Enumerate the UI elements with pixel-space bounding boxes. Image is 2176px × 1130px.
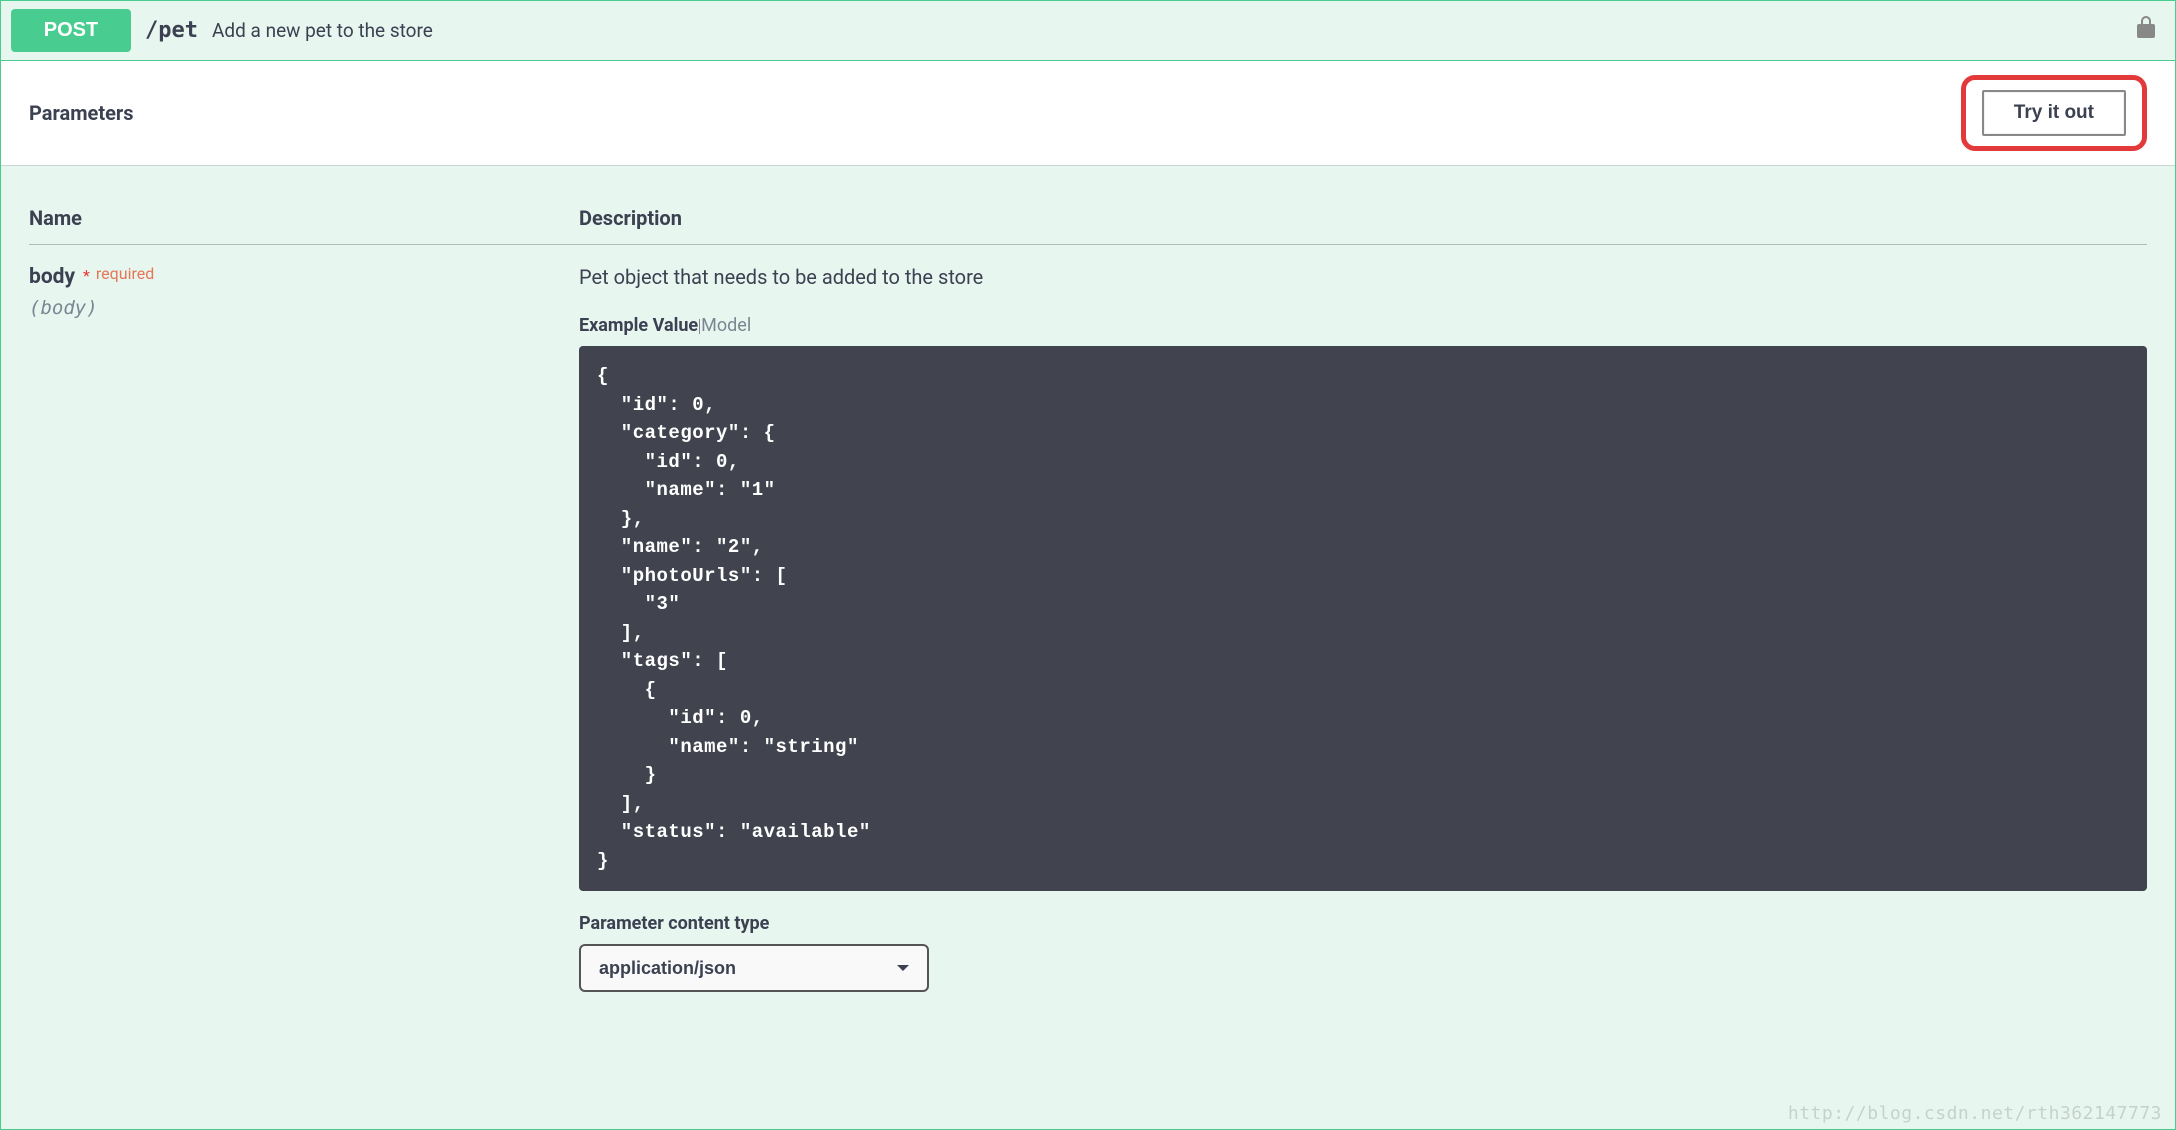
content-type-select[interactable]: application/json xyxy=(579,944,929,992)
example-model-tabs: Example ValueModel xyxy=(579,315,2147,336)
param-location: (body) xyxy=(29,297,579,319)
param-description: Pet object that needs to be added to the… xyxy=(579,265,2147,289)
table-row: body * required (body) Pet object that n… xyxy=(29,245,2147,993)
parameters-table: Name Description body * required (body) xyxy=(29,180,2147,992)
column-header-description: Description xyxy=(579,180,2147,245)
try-it-out-button[interactable]: Try it out xyxy=(1982,90,2126,136)
tab-model[interactable]: Model xyxy=(701,315,751,336)
example-value-code[interactable]: { "id": 0, "category": { "id": 0, "name"… xyxy=(579,346,2147,891)
required-star: * xyxy=(79,266,90,285)
lock-icon[interactable] xyxy=(2135,15,2157,39)
try-it-out-highlight: Try it out xyxy=(1961,75,2147,151)
operation-block: POST /pet Add a new pet to the store Par… xyxy=(0,0,2176,1130)
content-type-label: Parameter content type xyxy=(579,913,2147,934)
required-label: required xyxy=(94,264,154,283)
param-name: body xyxy=(29,265,75,289)
tab-separator xyxy=(699,319,700,334)
endpoint-summary: Add a new pet to the store xyxy=(212,19,433,42)
column-header-name: Name xyxy=(29,180,579,245)
http-method-badge: POST xyxy=(11,9,131,52)
watermark-text: http://blog.csdn.net/rth362147773 xyxy=(1788,1103,2162,1124)
tab-example-value[interactable]: Example Value xyxy=(579,315,698,336)
parameters-title: Parameters xyxy=(29,101,133,125)
endpoint-path: /pet xyxy=(145,18,198,43)
parameters-body: Name Description body * required (body) xyxy=(1,166,2175,1032)
content-type-select-wrap: application/json xyxy=(579,944,929,992)
operation-summary[interactable]: POST /pet Add a new pet to the store xyxy=(1,1,2175,60)
parameters-header-bar: Parameters Try it out xyxy=(1,60,2175,166)
